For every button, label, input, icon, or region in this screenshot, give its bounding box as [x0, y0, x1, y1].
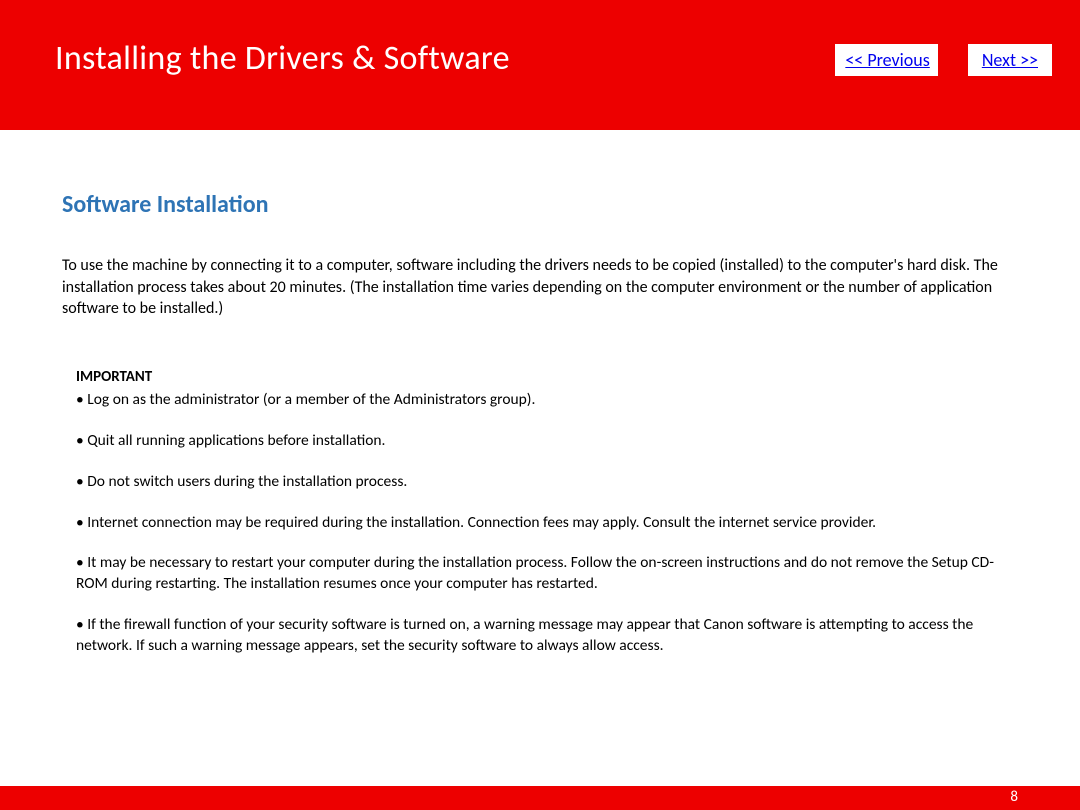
- important-section: IMPORTANT • Log on as the administrator …: [62, 368, 1018, 657]
- page-title: Installing the Drivers & Software: [55, 38, 510, 79]
- bullet-item: • If the firewall function of your secur…: [76, 615, 1018, 657]
- next-button[interactable]: Next >>: [968, 44, 1052, 76]
- previous-button[interactable]: << Previous: [835, 44, 937, 76]
- page-number: 8: [1010, 788, 1018, 806]
- nav-buttons: << Previous Next >>: [835, 44, 1052, 76]
- bullet-item: • Quit all running applications before i…: [76, 431, 1018, 452]
- footer-band: 8: [0, 786, 1080, 810]
- important-label: IMPORTANT: [76, 368, 1018, 386]
- bullet-item: • Log on as the administrator (or a memb…: [76, 390, 1018, 411]
- bullet-item: • Do not switch users during the install…: [76, 472, 1018, 493]
- section-subtitle: Software Installation: [62, 190, 1018, 219]
- intro-paragraph: To use the machine by connecting it to a…: [62, 255, 1018, 320]
- bullet-item: • Internet connection may be required du…: [76, 513, 1018, 534]
- header-band: Installing the Drivers & Software << Pre…: [0, 0, 1080, 130]
- bullet-item: • It may be necessary to restart your co…: [76, 553, 1018, 595]
- content-area: Software Installation To use the machine…: [0, 130, 1080, 657]
